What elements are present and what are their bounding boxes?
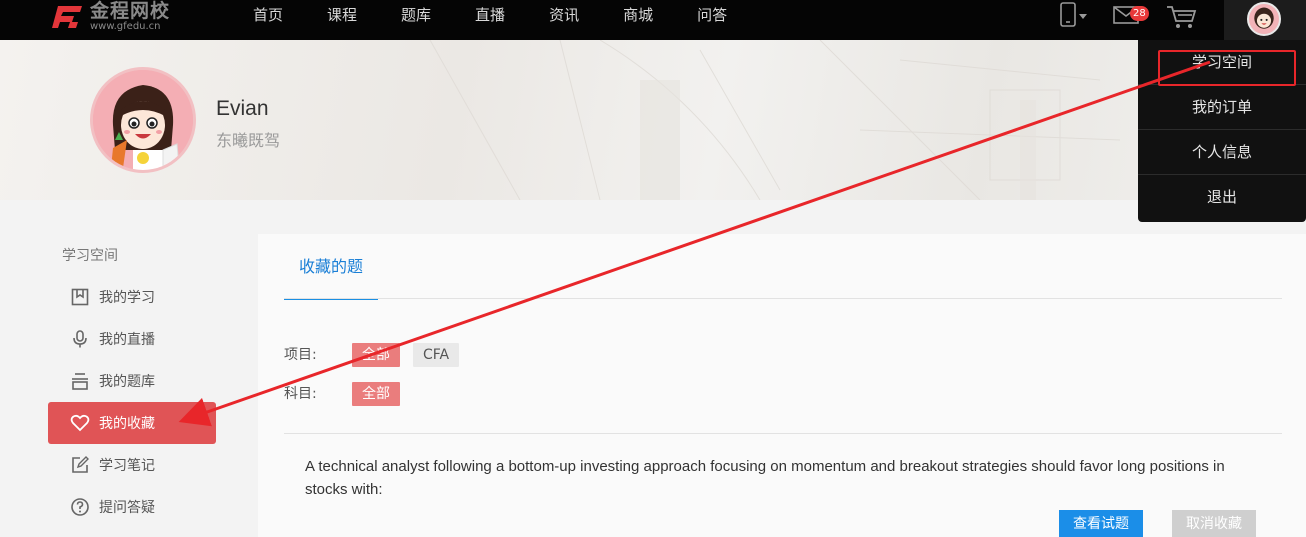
subject-filter-all[interactable]: 全部 bbox=[352, 382, 400, 406]
sidebar-item-label: 我的题库 bbox=[99, 374, 155, 390]
logo-url: www.gfedu.cn bbox=[90, 21, 161, 32]
sidebar-item-ask-questions[interactable]: 提问答疑 bbox=[48, 486, 216, 528]
heart-icon bbox=[70, 414, 90, 432]
view-question-button[interactable]: 查看试题 bbox=[1059, 510, 1143, 537]
cancel-favorite-button[interactable]: 取消收藏 bbox=[1172, 510, 1256, 537]
nav-home[interactable]: 首页 bbox=[253, 0, 283, 32]
tab-divider bbox=[284, 298, 1282, 299]
sidebar-item-label: 我的直播 bbox=[99, 332, 155, 348]
user-avatar-large[interactable] bbox=[90, 67, 196, 173]
content-divider bbox=[284, 433, 1282, 434]
user-dropdown-menu: 学习空间 我的订单 个人信息 退出 bbox=[1138, 40, 1306, 222]
menu-item-my-orders[interactable]: 我的订单 bbox=[1138, 85, 1306, 130]
project-filter-cfa[interactable]: CFA bbox=[413, 343, 460, 367]
sidebar-item-label: 学习笔记 bbox=[99, 458, 155, 474]
nav-question-bank[interactable]: 题库 bbox=[401, 0, 431, 32]
sidebar-item-my-learning[interactable]: 我的学习 bbox=[48, 276, 216, 318]
top-navigation-bar: 金程网校 www.gfedu.cn 首页 课程 题库 直播 资讯 商城 问答 2… bbox=[0, 0, 1306, 40]
project-filter-label: 项目: bbox=[284, 347, 317, 363]
tab-favorite-questions[interactable]: 收藏的题 bbox=[284, 234, 378, 300]
sidebar-item-label: 提问答疑 bbox=[99, 500, 155, 516]
edit-icon bbox=[72, 456, 89, 473]
sidebar: 学习空间 我的学习 我的直播 我的题库 我的收藏 学习笔记 提问答疑 bbox=[0, 200, 258, 537]
site-logo[interactable]: 金程网校 www.gfedu.cn bbox=[48, 0, 170, 34]
cart-icon[interactable] bbox=[1166, 4, 1198, 30]
nav-shop[interactable]: 商城 bbox=[623, 0, 653, 32]
sidebar-item-my-live[interactable]: 我的直播 bbox=[48, 318, 216, 360]
microphone-icon bbox=[73, 330, 87, 348]
logo-title: 金程网校 bbox=[90, 0, 171, 22]
mobile-app-icon[interactable] bbox=[1058, 2, 1090, 28]
nav-news[interactable]: 资讯 bbox=[549, 0, 579, 32]
question-bank-icon bbox=[72, 373, 88, 390]
subject-filter-label: 科目: bbox=[284, 386, 317, 402]
main-panel: 收藏的题 项目: 全部 CFA 科目: 全部 A technical analy… bbox=[258, 234, 1306, 537]
menu-item-personal-info[interactable]: 个人信息 bbox=[1138, 130, 1306, 175]
favorite-question-text[interactable]: A technical analyst following a bottom-u… bbox=[305, 455, 1245, 501]
profile-banner: Evian 东曦既驾 bbox=[0, 40, 1306, 200]
nav-qa[interactable]: 问答 bbox=[697, 0, 727, 32]
project-filter-all[interactable]: 全部 bbox=[352, 343, 400, 367]
user-name: Evian bbox=[216, 97, 269, 120]
sidebar-item-my-favorites[interactable]: 我的收藏 bbox=[48, 402, 216, 444]
nav-live[interactable]: 直播 bbox=[475, 0, 505, 32]
bookmark-icon bbox=[71, 288, 89, 306]
sidebar-title: 学习空间 bbox=[62, 248, 118, 264]
question-icon bbox=[71, 498, 89, 516]
logo-mark-icon bbox=[52, 6, 82, 28]
menu-item-logout[interactable]: 退出 bbox=[1138, 175, 1306, 220]
nav-courses[interactable]: 课程 bbox=[327, 0, 357, 32]
message-count-badge: 28 bbox=[1130, 6, 1149, 21]
menu-item-learning-space[interactable]: 学习空间 bbox=[1138, 40, 1306, 85]
sidebar-item-study-notes[interactable]: 学习笔记 bbox=[48, 444, 216, 486]
main-nav: 首页 课程 题库 直播 资讯 商城 问答 bbox=[253, 0, 771, 32]
sidebar-item-label: 我的学习 bbox=[99, 290, 155, 306]
sidebar-item-my-question-bank[interactable]: 我的题库 bbox=[48, 360, 216, 402]
user-avatar-small[interactable] bbox=[1247, 2, 1281, 36]
user-signature: 东曦既驾 bbox=[216, 131, 281, 150]
sidebar-item-label: 我的收藏 bbox=[99, 416, 155, 432]
